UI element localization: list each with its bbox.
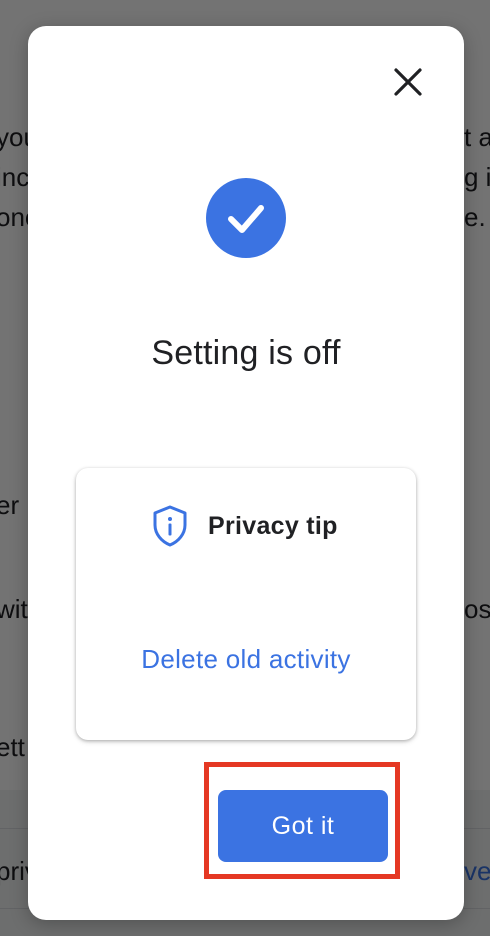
got-it-button[interactable]: Got it <box>218 790 388 862</box>
privacy-tip-card: Privacy tip Delete old activity <box>76 468 416 740</box>
checkmark-icon <box>228 205 264 233</box>
close-icon <box>394 68 422 96</box>
check-circle-icon <box>206 178 286 258</box>
dialog-title: Setting is off <box>151 334 341 372</box>
privacy-tip-header: Privacy tip <box>150 504 338 548</box>
close-button[interactable] <box>386 60 430 104</box>
privacy-tip-label: Privacy tip <box>208 511 338 540</box>
delete-old-activity-link[interactable]: Delete old activity <box>76 644 416 675</box>
shield-info-icon <box>153 505 187 547</box>
